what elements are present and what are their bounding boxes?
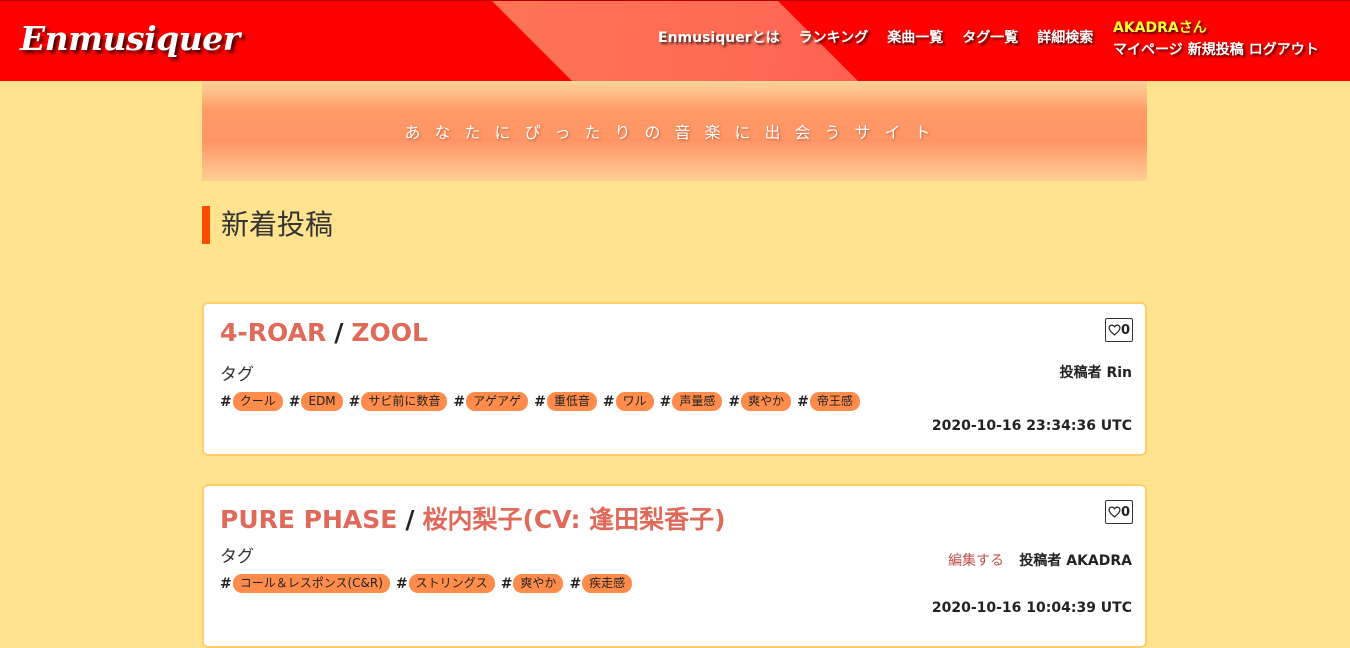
tag-hash: # bbox=[797, 393, 809, 410]
post-card: 4-ROAR / ZOOL 0 タグ 投稿者 Rin # クール # EDM # サビ前に数音… bbox=[202, 302, 1147, 456]
nav-mypage[interactable]: マイページ bbox=[1113, 39, 1183, 59]
nav-tag-list[interactable]: タグ一覧 bbox=[962, 27, 1018, 47]
like-button[interactable]: 0 bbox=[1105, 318, 1133, 342]
tag-label: タグ bbox=[220, 365, 254, 385]
tag-label: タグ bbox=[220, 547, 254, 567]
banner-tagline: あなたにぴったりの音楽に出会うサイト bbox=[404, 123, 945, 142]
title-separator: / bbox=[405, 505, 415, 534]
tag-pill: 爽やか bbox=[741, 392, 792, 411]
tag-hash: # bbox=[288, 393, 301, 410]
poster-name: 投稿者 Rin bbox=[1059, 365, 1132, 381]
tag-hash: # bbox=[395, 575, 408, 592]
post-timestamp: 2020-10-16 23:34:36 UTC bbox=[931, 418, 1132, 434]
like-count: 0 bbox=[1120, 322, 1131, 338]
post-timestamp: 2020-10-16 10:04:39 UTC bbox=[931, 600, 1132, 616]
hero-banner: あなたにぴったりの音楽に出会うサイト bbox=[202, 81, 1147, 181]
section-title: 新着投稿 bbox=[202, 206, 333, 244]
tag-hash: # bbox=[728, 393, 741, 410]
tag-pill: 重低音 bbox=[546, 392, 597, 411]
poster-name: 投稿者 AKADRA bbox=[1019, 553, 1132, 569]
artist-link[interactable]: 桜内梨子(CV: 逢田梨香子) bbox=[422, 505, 725, 534]
tag-link[interactable]: # 重低音 bbox=[534, 392, 597, 411]
tag-link[interactable]: # クール bbox=[220, 392, 283, 411]
tag-hash: # bbox=[534, 393, 546, 410]
nav-logout[interactable]: ログアウト bbox=[1249, 39, 1319, 59]
tag-pill: 疾走感 bbox=[582, 574, 633, 593]
song-link[interactable]: 4-ROAR bbox=[220, 318, 326, 347]
nav-about[interactable]: Enmusiquerとは bbox=[658, 27, 780, 47]
tag-link[interactable]: # ワル bbox=[603, 392, 654, 411]
like-button[interactable]: 0 bbox=[1105, 500, 1133, 524]
tag-pill: クール bbox=[232, 392, 283, 411]
tag-link[interactable]: # 帝王感 bbox=[797, 392, 860, 411]
site-header: Enmusiquer Enmusiquerとは ランキング 楽曲一覧 タグ一覧 … bbox=[0, 0, 1350, 81]
like-count: 0 bbox=[1120, 504, 1131, 520]
tag-hash: # bbox=[659, 393, 672, 410]
song-link[interactable]: PURE PHASE bbox=[220, 505, 397, 534]
tag-link[interactable]: # 爽やか bbox=[728, 392, 792, 411]
title-separator: / bbox=[334, 318, 344, 347]
tag-link[interactable]: # コール＆レスポンス(C&R) bbox=[220, 574, 390, 593]
tag-hash: # bbox=[500, 575, 513, 592]
user-greeting: AKADRAさん bbox=[1113, 20, 1207, 36]
tag-hash: # bbox=[569, 575, 582, 592]
tag-pill: EDM bbox=[301, 392, 343, 411]
user-menu: AKADRAさん マイページ 新規投稿 ログアウト bbox=[1113, 17, 1319, 59]
artist-link[interactable]: ZOOL bbox=[351, 318, 428, 347]
tag-link[interactable]: # アゲアゲ bbox=[453, 392, 529, 411]
heart-outline-icon bbox=[1108, 506, 1121, 518]
site-logo[interactable]: Enmusiquer bbox=[20, 19, 240, 58]
tag-list: # クール # EDM # サビ前に数音 # アゲアゲ # 重低音 # ワル # 声量感 # 爽やか # 帝王感 bbox=[220, 392, 866, 411]
nav-ranking[interactable]: ランキング bbox=[799, 27, 869, 47]
tag-link[interactable]: # 声量感 bbox=[660, 392, 723, 411]
nav-advanced-search[interactable]: 詳細検索 bbox=[1037, 27, 1093, 47]
tag-pill: 爽やか bbox=[513, 574, 564, 593]
tag-list: # コール＆レスポンス(C&R) # ストリングス # 爽やか # 疾走感 bbox=[220, 574, 638, 593]
nav-song-list[interactable]: 楽曲一覧 bbox=[887, 27, 943, 47]
tag-link[interactable]: # ストリングス bbox=[396, 574, 495, 593]
post-title: 4-ROAR / ZOOL bbox=[220, 318, 428, 347]
tag-pill: 声量感 bbox=[672, 392, 723, 411]
tag-pill: ワル bbox=[615, 392, 654, 411]
tag-link[interactable]: # 爽やか bbox=[501, 574, 564, 593]
tag-hash: # bbox=[220, 393, 232, 410]
tag-link[interactable]: # 疾走感 bbox=[569, 574, 633, 593]
tag-link[interactable]: # サビ前に数音 bbox=[349, 392, 448, 411]
tag-hash: # bbox=[220, 575, 232, 592]
tag-pill: 帝王感 bbox=[809, 392, 860, 411]
main-nav: Enmusiquerとは ランキング 楽曲一覧 タグ一覧 詳細検索 bbox=[658, 27, 1112, 47]
edit-post-link[interactable]: 編集する bbox=[948, 550, 1004, 570]
tag-pill: アゲアゲ bbox=[466, 392, 529, 411]
post-card: PURE PHASE / 桜内梨子(CV: 逢田梨香子) 0 タグ 編集する 投稿者… bbox=[202, 484, 1147, 648]
tag-link[interactable]: # EDM bbox=[289, 392, 343, 411]
tag-pill: コール＆レスポンス(C&R) bbox=[232, 574, 390, 593]
tag-hash: # bbox=[453, 393, 466, 410]
tag-hash: # bbox=[348, 393, 361, 410]
nav-new-post[interactable]: 新規投稿 bbox=[1188, 39, 1244, 59]
tag-pill: ストリングス bbox=[408, 574, 495, 593]
tag-hash: # bbox=[602, 393, 615, 410]
tag-pill: サビ前に数音 bbox=[361, 392, 448, 411]
post-title: PURE PHASE / 桜内梨子(CV: 逢田梨香子) bbox=[220, 500, 726, 536]
heart-outline-icon bbox=[1108, 324, 1121, 336]
